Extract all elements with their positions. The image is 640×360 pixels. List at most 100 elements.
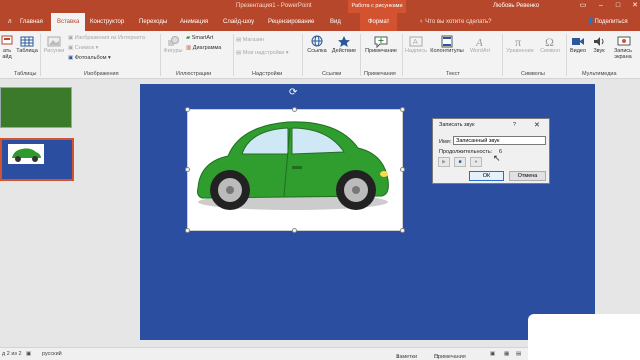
ribbon-tabs: л Главная Вставка Конструктор Переходы А… — [0, 13, 640, 31]
resize-handle[interactable] — [400, 107, 405, 112]
svg-text:Ω: Ω — [545, 35, 554, 48]
tab-format[interactable]: Формат — [360, 13, 398, 31]
name-input[interactable] — [453, 136, 546, 145]
comments-label: Примечания — [434, 354, 466, 360]
symbol-label: Символ — [540, 48, 560, 54]
separator — [360, 34, 361, 76]
smartart-button[interactable]: ▰ SmartArt — [186, 35, 213, 41]
help-icon[interactable]: ? — [513, 122, 516, 128]
globe-picture-icon: ▣ — [68, 35, 75, 41]
tab-review[interactable]: Рецензирование — [268, 13, 314, 31]
normal-view-icon[interactable]: ▣ — [490, 351, 495, 357]
screenshot-label: Снимок — [74, 45, 95, 51]
tab-transitions[interactable]: Переходы — [139, 13, 167, 31]
photo-album-icon: ▣ — [68, 55, 75, 61]
tab-slideshow[interactable]: Слайд-шоу — [223, 13, 254, 31]
rotate-handle-icon[interactable]: ⟳ — [289, 87, 297, 98]
overlay-panel — [528, 314, 640, 360]
my-addins-button[interactable]: ▤ Мои надстройки ▾ — [236, 50, 289, 56]
stop-button[interactable]: ■ — [454, 157, 466, 167]
user-name[interactable]: Любовь Ревенко — [493, 3, 539, 9]
ok-button[interactable]: ОК — [469, 171, 504, 181]
pictures-button[interactable]: Рисунки — [42, 35, 66, 54]
slide-thumbnail-1[interactable] — [0, 87, 72, 128]
record-button[interactable]: ● — [470, 157, 482, 167]
media-group-label: Мультимедиа — [582, 71, 617, 77]
separator — [566, 34, 567, 76]
audio-button[interactable]: Звук — [590, 35, 608, 54]
chart-icon: ▥ — [186, 45, 193, 51]
link-label: Ссылка — [307, 48, 327, 54]
textbox-icon: A — [409, 36, 423, 47]
close-icon[interactable]: ✕ — [534, 121, 540, 129]
textbox-button[interactable]: A Надпись — [404, 35, 428, 54]
maximize-icon[interactable]: □ — [613, 1, 623, 11]
close-window-icon[interactable]: ✕ — [630, 1, 640, 11]
search-placeholder: Что вы хотите сделать? — [425, 19, 492, 25]
ribbon-options-icon[interactable]: ▭ — [578, 1, 588, 11]
chart-button[interactable]: ▥ Диаграмма — [186, 45, 221, 51]
tell-me-search[interactable]: ♀ Что вы хотите сделать? — [419, 13, 492, 31]
text-group-label: Текст — [446, 71, 460, 77]
store-label: Магазин — [242, 37, 264, 43]
shapes-button[interactable]: Фигуры — [162, 35, 184, 54]
tab-insert[interactable]: Вставка — [51, 13, 86, 31]
pi-icon: π — [515, 35, 521, 48]
photo-album-button[interactable]: ▣ Фотоальбом ▾ — [68, 55, 111, 61]
resize-handle[interactable] — [292, 228, 297, 233]
table-button[interactable]: Таблица — [14, 35, 40, 54]
screenshot-button[interactable]: ▣ Снимок ▾ — [68, 45, 98, 51]
new-slide-button[interactable]: ать айд — [0, 35, 14, 60]
sorter-view-icon[interactable]: ▦ — [504, 351, 509, 357]
screen-recording-button[interactable]: Запись экрана — [609, 35, 639, 60]
header-footer-button[interactable]: Колонтитулы — [429, 35, 465, 54]
symbol-button[interactable]: Ω Символ — [538, 35, 562, 54]
tab-view[interactable]: Вид — [330, 13, 341, 31]
picture-icon — [47, 36, 61, 47]
video-button[interactable]: Видео — [568, 35, 588, 54]
reading-view-icon[interactable]: ▤ — [516, 351, 521, 357]
resize-handle[interactable] — [400, 228, 405, 233]
equation-button[interactable]: π Уравнение — [505, 35, 535, 54]
action-button[interactable]: Действие — [330, 35, 358, 54]
wordart-button[interactable]: A WordArt — [468, 35, 492, 54]
cancel-button[interactable]: Отмена — [509, 171, 546, 181]
globe-link-icon — [311, 35, 323, 47]
resize-handle[interactable] — [185, 167, 190, 172]
share-button[interactable]: 👤Поделиться — [587, 13, 628, 31]
resize-handle[interactable] — [400, 167, 405, 172]
addins-icon: ▤ — [236, 50, 243, 56]
spellcheck-icon[interactable]: ▣ — [26, 351, 31, 357]
tab-animations[interactable]: Анимация — [180, 13, 208, 31]
separator — [302, 34, 303, 76]
svg-text:π: π — [515, 35, 521, 48]
play-button[interactable]: ▶ — [438, 157, 450, 167]
images-group-label: Изображения — [84, 71, 119, 77]
slide-counter: д 2 из 2 — [2, 351, 22, 357]
share-label: Поделиться — [594, 19, 628, 25]
link-button[interactable]: Ссылка — [305, 35, 329, 54]
language-indicator[interactable]: русский — [42, 351, 62, 357]
chart-label: Диаграмма — [192, 45, 222, 51]
tab-file[interactable]: л — [8, 13, 12, 31]
new-slide-label-2: айд — [2, 54, 12, 60]
equation-label: Уравнение — [506, 48, 534, 54]
slide-thumbnail-2[interactable] — [0, 138, 74, 181]
star-action-icon — [338, 36, 350, 47]
comment-button[interactable]: Примечание — [362, 35, 400, 54]
tab-design[interactable]: Конструктор — [90, 13, 124, 31]
store-icon: ▤ — [236, 37, 243, 43]
car-picture[interactable] — [187, 109, 403, 231]
minimize-icon[interactable]: – — [596, 1, 606, 11]
resize-handle[interactable] — [185, 228, 190, 233]
store-button[interactable]: ▤ Магазин — [236, 37, 264, 43]
title-bar: Презентация1 - PowerPoint Работа с рисун… — [0, 0, 640, 13]
omega-icon: Ω — [545, 35, 554, 48]
svg-text:A: A — [475, 37, 483, 48]
resize-handle[interactable] — [185, 107, 190, 112]
online-pictures-button[interactable]: ▣ Изображения из Интернета — [68, 35, 145, 41]
separator — [233, 34, 234, 76]
record-icon: ● — [474, 159, 478, 165]
resize-handle[interactable] — [292, 107, 297, 112]
tab-home[interactable]: Главная — [20, 13, 43, 31]
